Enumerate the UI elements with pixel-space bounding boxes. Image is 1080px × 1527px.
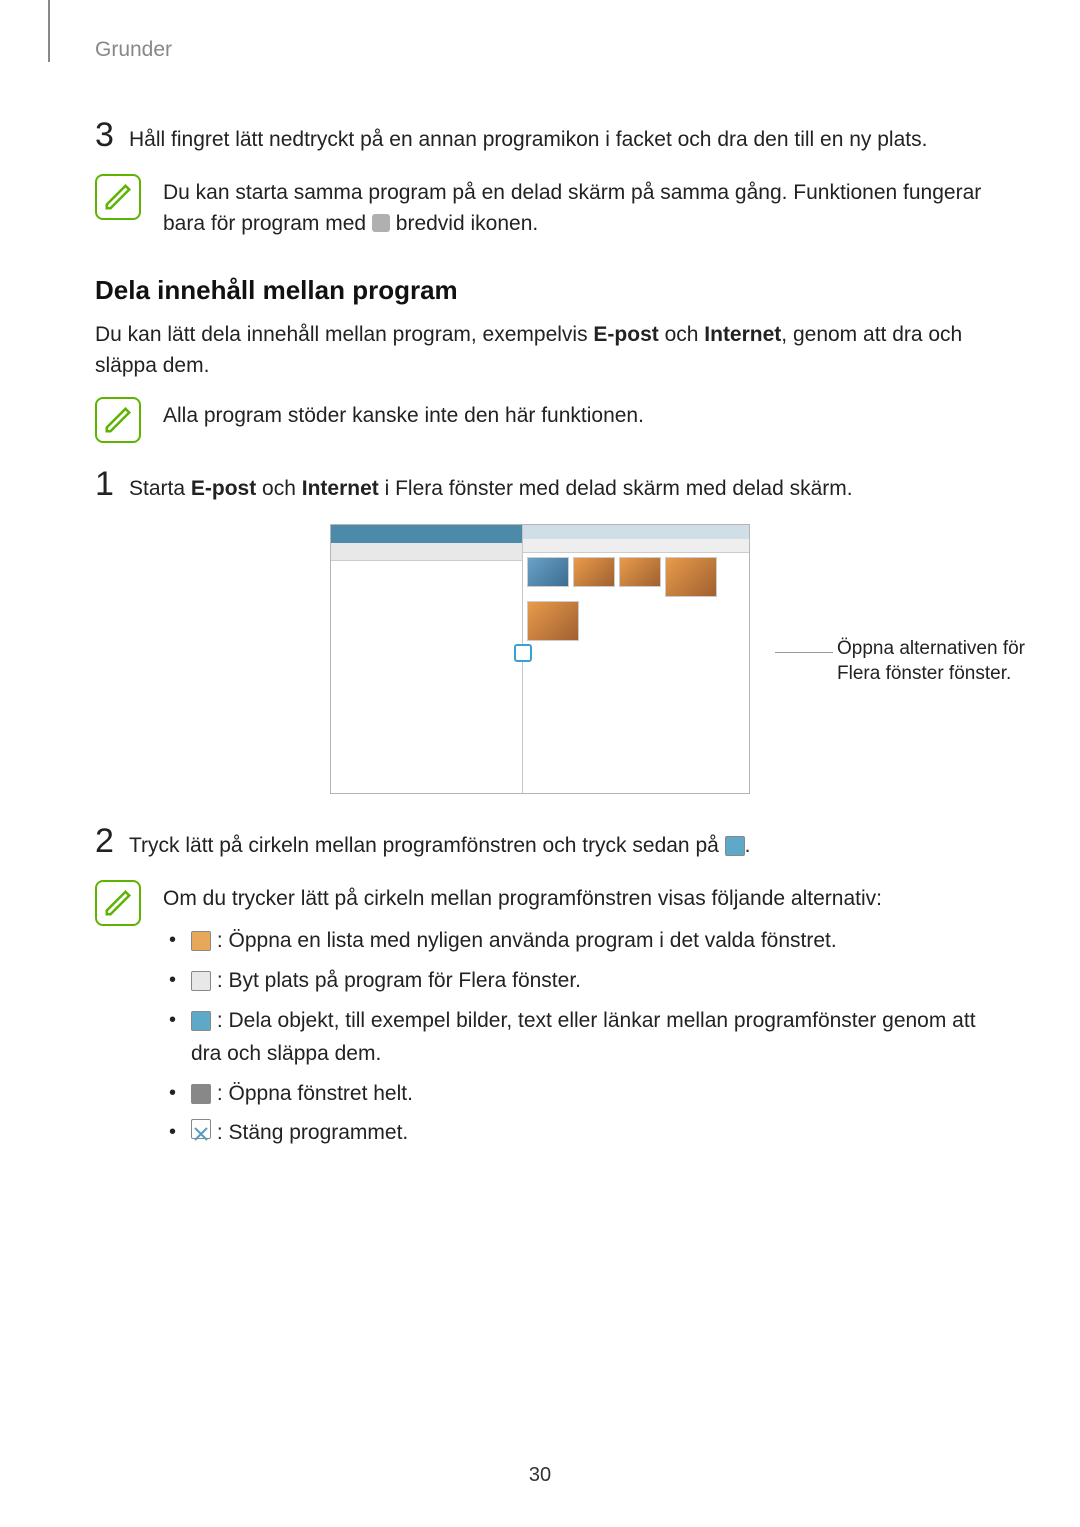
maximize-icon <box>191 1084 211 1104</box>
s2-pre: Tryck lätt på cirkeln mellan programföns… <box>129 834 725 857</box>
thumbnail <box>665 557 717 597</box>
figure-left-toolbar <box>331 543 522 561</box>
figure-wrapper: Öppna alternativen för Flera fönster fön… <box>95 524 985 794</box>
thumbnail <box>527 557 569 587</box>
thumbnail <box>573 557 615 587</box>
s1-b2: Internet <box>302 477 379 500</box>
note1-pre: Du kan starta samma program på en delad … <box>163 181 981 234</box>
note-icon <box>95 880 141 926</box>
section-header: Grunder <box>95 38 985 62</box>
figure-left-body <box>331 561 522 793</box>
intro-b1: E-post <box>593 323 658 346</box>
figure-right-body <box>523 553 749 793</box>
s1-pre: Starta <box>129 477 191 500</box>
step-text: Tryck lätt på cirkeln mellan programföns… <box>129 825 750 860</box>
page-number: 30 <box>0 1464 1080 1487</box>
figure-left-pane <box>331 525 523 793</box>
thumbnail <box>619 557 661 587</box>
heading-share-content: Dela innehåll mellan program <box>95 275 985 306</box>
step-text: Starta E-post och Internet i Flera fönst… <box>129 468 853 503</box>
li-swap: : Byt plats på program för Flera fönster… <box>211 969 581 992</box>
multiwindow-badge-icon <box>372 214 390 232</box>
options-list: : Öppna en lista med nyligen använda pro… <box>163 924 985 1150</box>
intro-pre: Du kan lätt dela innehåll mellan program… <box>95 323 593 346</box>
figure-left-header <box>331 525 522 543</box>
thumbnail <box>527 601 579 641</box>
list-item: : Öppna en lista med nyligen använda pro… <box>163 924 985 958</box>
share-handle-icon <box>725 836 745 856</box>
drag-share-icon <box>191 1011 211 1031</box>
step-2: 2 Tryck lätt på cirkeln mellan programfö… <box>95 824 985 860</box>
li-drag: : Dela objekt, till exempel bilder, text… <box>191 1009 976 1066</box>
s1-b1: E-post <box>191 477 256 500</box>
step-number: 1 <box>95 467 129 501</box>
note3-lead: Om du trycker lätt på cirkeln mellan pro… <box>163 884 985 914</box>
callout-text: Öppna alternativen för Flera fönster fön… <box>837 636 1067 687</box>
list-item: : Stäng programmet. <box>163 1116 985 1150</box>
li-recent: : Öppna en lista med nyligen använda pro… <box>211 929 837 952</box>
li-max: : Öppna fönstret helt. <box>211 1082 413 1105</box>
figure-right-toolbar <box>523 539 749 553</box>
left-margin-rule <box>48 0 50 62</box>
page-content: Grunder 3 Håll fingret lätt nedtryckt på… <box>0 0 1080 1156</box>
split-screen-figure <box>330 524 750 794</box>
step-3: 3 Håll fingret lätt nedtryckt på en anna… <box>95 118 985 154</box>
close-icon <box>191 1119 211 1139</box>
step-1: 1 Starta E-post och Internet i Flera fön… <box>95 467 985 503</box>
note-text: Alla program stöder kanske inte den här … <box>163 397 644 431</box>
note-box-3: Om du trycker lätt på cirkeln mellan pro… <box>95 880 985 1156</box>
note-text: Du kan starta samma program på en delad … <box>163 174 985 239</box>
list-item: : Dela objekt, till exempel bilder, text… <box>163 1004 985 1071</box>
recent-apps-icon <box>191 931 211 951</box>
note-icon <box>95 397 141 443</box>
split-handle-icon <box>514 644 532 662</box>
step-number: 2 <box>95 824 129 858</box>
li-close: : Stäng programmet. <box>211 1121 408 1144</box>
list-item: : Öppna fönstret helt. <box>163 1077 985 1111</box>
step-number: 3 <box>95 118 129 152</box>
note-box-1: Du kan starta samma program på en delad … <box>95 174 985 239</box>
figure-right-header <box>523 525 749 539</box>
note-icon <box>95 174 141 220</box>
step-text: Håll fingret lätt nedtryckt på en annan … <box>129 119 927 154</box>
callout-leader-line <box>775 652 833 653</box>
intro-mid: och <box>659 323 705 346</box>
note1-post: bredvid ikonen. <box>396 212 538 235</box>
intro-paragraph: Du kan lätt dela innehåll mellan program… <box>95 320 985 381</box>
list-item: : Byt plats på program för Flera fönster… <box>163 964 985 998</box>
note-text: Om du trycker lätt på cirkeln mellan pro… <box>163 880 985 1156</box>
s1-post: i Flera fönster med delad skärm med dela… <box>379 477 853 500</box>
figure-right-pane <box>523 525 749 793</box>
note-box-2: Alla program stöder kanske inte den här … <box>95 397 985 443</box>
s2-post: . <box>745 834 751 857</box>
intro-b2: Internet <box>704 323 781 346</box>
s1-mid: och <box>256 477 302 500</box>
swap-windows-icon <box>191 971 211 991</box>
